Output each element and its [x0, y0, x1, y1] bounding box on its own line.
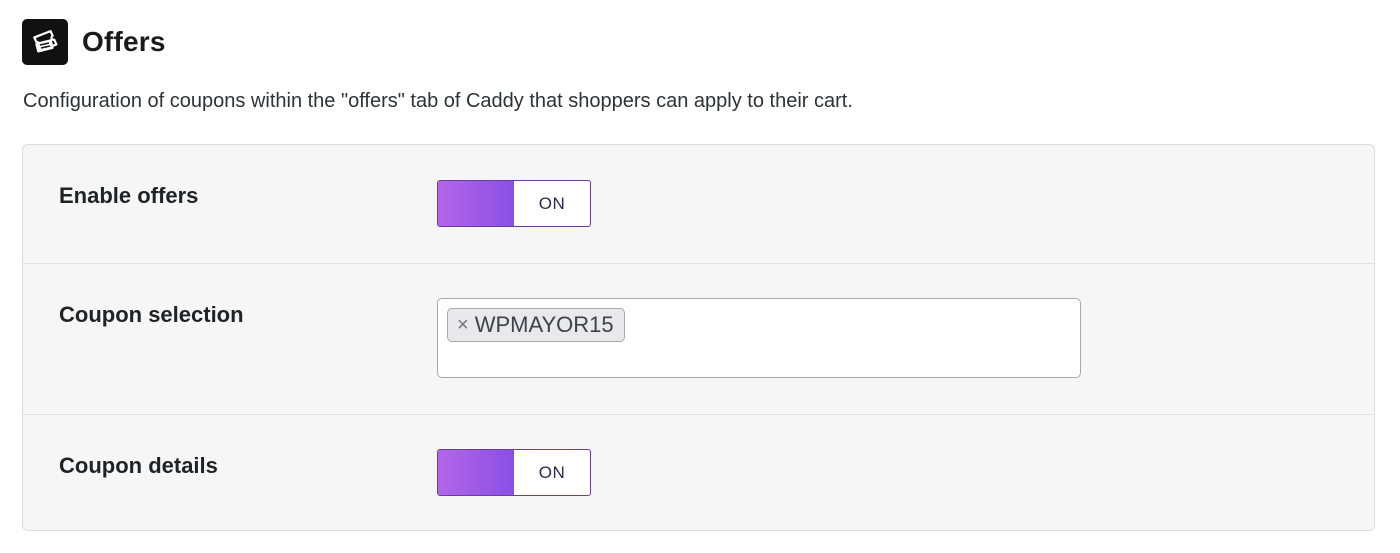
coupon-details-toggle[interactable]: ON: [437, 449, 591, 496]
enable-offers-label: Enable offers: [59, 183, 199, 208]
toggle-fill: [438, 181, 514, 226]
coupon-details-label: Coupon details: [59, 453, 218, 478]
setting-row-enable-offers: Enable offers ON: [23, 145, 1374, 264]
page-description: Configuration of coupons within the "off…: [23, 90, 853, 112]
remove-coupon-icon[interactable]: ×: [457, 315, 469, 335]
coupon-select-input[interactable]: × WPMAYOR15: [437, 298, 1081, 378]
setting-row-coupon-selection: Coupon selection × WPMAYOR15: [23, 264, 1374, 415]
page-header: Offers: [22, 19, 166, 65]
toggle-state-label: ON: [538, 193, 566, 213]
enable-offers-toggle[interactable]: ON: [437, 180, 591, 227]
ticket-icon: [22, 19, 68, 65]
coupon-selection-label: Coupon selection: [59, 302, 244, 327]
setting-row-coupon-details: Coupon details ON: [23, 415, 1374, 531]
toggle-fill: [438, 450, 514, 495]
coupon-chip-label: WPMAYOR15: [474, 312, 614, 337]
toggle-state-label: ON: [538, 462, 566, 482]
page-title: Offers: [82, 26, 166, 57]
settings-panel: Enable offers ON Coupon selection × WPMA…: [22, 144, 1375, 531]
selected-coupon-chip: × WPMAYOR15: [447, 308, 625, 342]
